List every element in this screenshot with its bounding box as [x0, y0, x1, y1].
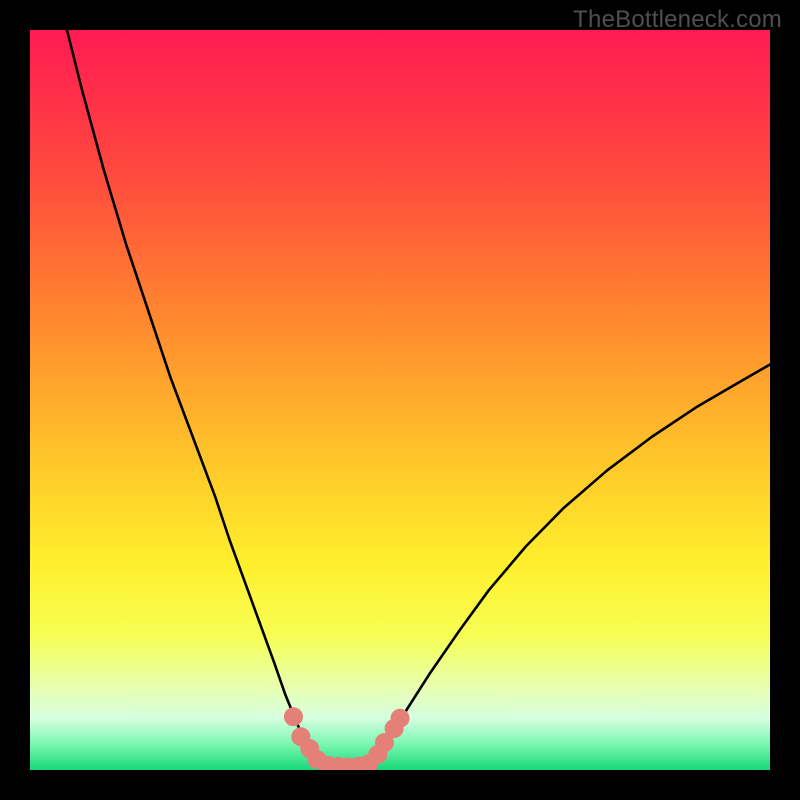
- gradient-background: [30, 30, 770, 770]
- curve-marker: [284, 708, 302, 726]
- curve-marker: [391, 709, 409, 727]
- plot-area: [30, 30, 770, 770]
- outer-black-frame: TheBottleneck.com: [0, 0, 800, 800]
- chart-svg: [30, 30, 770, 770]
